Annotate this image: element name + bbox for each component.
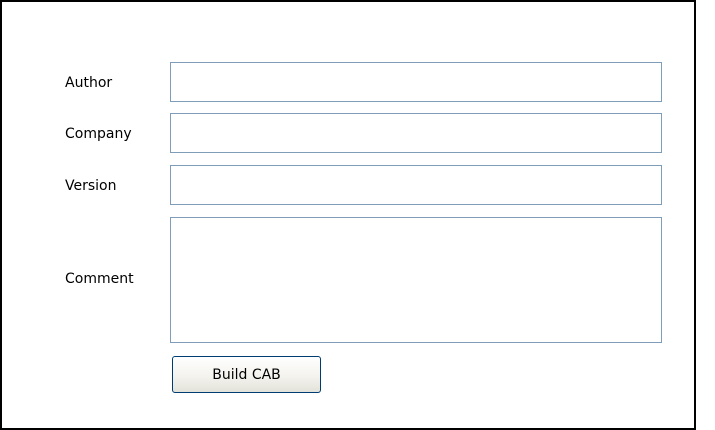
author-field[interactable] bbox=[170, 62, 662, 102]
version-label: Version bbox=[65, 178, 117, 194]
comment-field[interactable] bbox=[170, 217, 662, 343]
build-cab-button[interactable]: Build CAB bbox=[172, 356, 321, 393]
form-panel: Author Company Version Comment Build CAB bbox=[0, 0, 696, 430]
version-field[interactable] bbox=[170, 165, 662, 205]
company-field[interactable] bbox=[170, 113, 662, 153]
author-label: Author bbox=[65, 75, 113, 91]
comment-label: Comment bbox=[65, 271, 134, 287]
company-label: Company bbox=[65, 126, 132, 142]
